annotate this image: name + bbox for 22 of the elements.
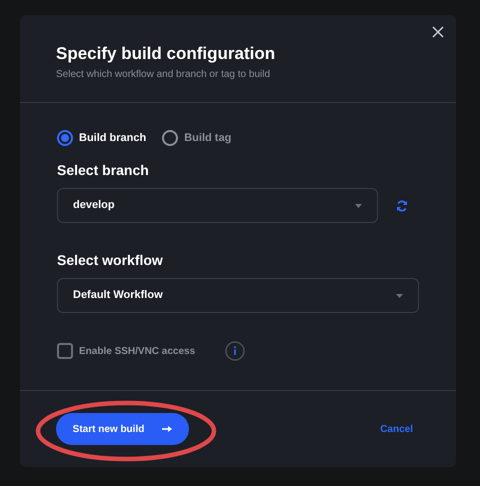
select-value: develop: [73, 198, 115, 214]
dropdown-caret-icon: [396, 294, 403, 298]
branch-select[interactable]: develop: [57, 188, 378, 223]
radio-label: Build tag: [184, 130, 232, 146]
radio-button[interactable]: [57, 130, 73, 146]
radio-button[interactable]: [162, 130, 178, 146]
field-label: Select branch: [57, 161, 149, 180]
close-icon[interactable]: [432, 26, 444, 38]
select-value: Default Workflow: [73, 288, 163, 304]
workflow-select[interactable]: Default Workflow: [57, 278, 419, 313]
field-label: Select workflow: [57, 251, 163, 270]
dropdown-caret-icon: [355, 204, 362, 208]
dialog-subtitle: Select which workflow and branch or tag to build: [56, 68, 270, 82]
checkbox[interactable]: [57, 343, 73, 359]
info-icon[interactable]: [225, 341, 246, 361]
arrow-right-icon: [162, 426, 172, 432]
radio-label: Build branch: [79, 130, 146, 146]
refresh-icon[interactable]: [396, 200, 408, 212]
checkbox-label: Enable SSH/VNC access: [79, 344, 196, 358]
dialog-title: Specify build configuration: [56, 43, 276, 65]
start-build-button[interactable]: Start new build: [56, 413, 189, 445]
cancel-button[interactable]: Cancel: [380, 422, 413, 436]
